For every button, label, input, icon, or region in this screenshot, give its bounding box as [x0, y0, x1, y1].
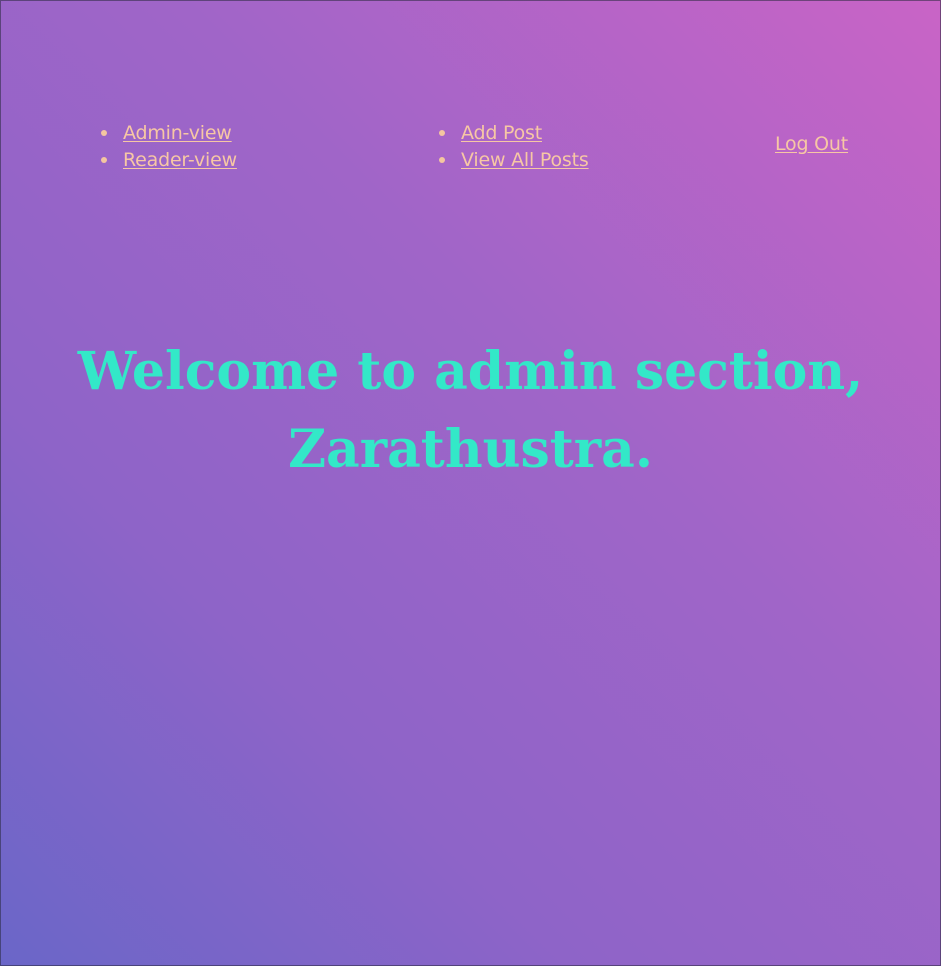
add-post-link[interactable]: Add Post [461, 122, 542, 144]
list-item: Reader-view [101, 146, 237, 173]
top-navigation: Admin-view Reader-view Add Post View All… [0, 0, 941, 200]
view-links-list: Admin-view Reader-view [101, 119, 237, 173]
view-all-posts-link[interactable]: View All Posts [461, 149, 589, 171]
list-item: Admin-view [101, 119, 237, 146]
log-out-link[interactable]: Log Out [775, 131, 848, 158]
reader-view-link[interactable]: Reader-view [123, 149, 237, 171]
admin-view-link[interactable]: Admin-view [123, 122, 232, 144]
welcome-heading: Welcome to admin section, Zarathustra. [77, 341, 864, 480]
list-item: Add Post [439, 119, 589, 146]
list-item: View All Posts [439, 146, 589, 173]
post-links-list: Add Post View All Posts [439, 119, 589, 173]
